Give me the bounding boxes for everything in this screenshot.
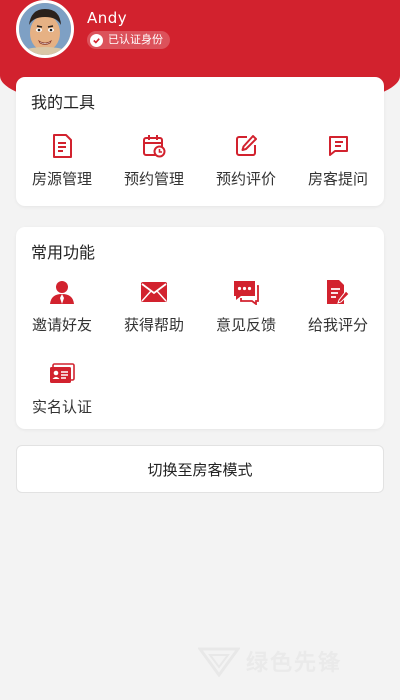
common-functions-card: 常用功能 邀请好友 获得帮助 意见反馈 给我评分 实名认证 xyxy=(16,227,384,429)
chat-bubble-icon xyxy=(233,279,259,305)
function-label: 获得帮助 xyxy=(123,316,184,334)
tool-label: 预约管理 xyxy=(123,170,184,188)
edit-review-icon xyxy=(233,133,259,159)
shield-check-icon xyxy=(90,33,103,47)
profile-header: Andy 已认证身份 xyxy=(16,0,170,58)
tool-label: 房源管理 xyxy=(31,170,92,188)
mail-icon xyxy=(141,279,167,305)
feedback-item[interactable]: 意见反馈 xyxy=(200,279,292,361)
my-tools-title: 我的工具 xyxy=(31,93,96,112)
watermark-logo-icon xyxy=(198,647,240,677)
avatar-image xyxy=(19,3,71,55)
function-label: 邀请好友 xyxy=(31,316,92,334)
function-label: 实名认证 xyxy=(31,398,92,416)
real-name-verification-item[interactable]: 实名认证 xyxy=(16,361,108,443)
tool-label: 预约评价 xyxy=(215,170,276,188)
calendar-clock-icon xyxy=(141,133,167,159)
verified-badge: 已认证身份 xyxy=(87,31,170,49)
avatar[interactable] xyxy=(16,0,74,58)
question-chat-icon xyxy=(325,133,351,159)
document-list-icon xyxy=(49,133,75,159)
my-tools-card: 我的工具 房源管理 预约管理 预约评价 房客提问 xyxy=(16,77,384,206)
rate-me-item[interactable]: 给我评分 xyxy=(292,279,384,361)
tool-label: 房客提问 xyxy=(307,170,368,188)
get-help-item[interactable]: 获得帮助 xyxy=(108,279,200,361)
tool-booking-review[interactable]: 预约评价 xyxy=(200,133,292,215)
switch-to-guest-mode-button[interactable]: 切换至房客模式 xyxy=(16,445,384,493)
common-functions-title: 常用功能 xyxy=(31,243,96,262)
rating-doc-icon xyxy=(325,279,351,305)
id-card-icon xyxy=(49,361,75,387)
watermark-text: 绿色先锋 xyxy=(246,651,343,676)
user-icon xyxy=(49,279,75,305)
function-label: 意见反馈 xyxy=(215,316,276,334)
verified-label: 已认证身份 xyxy=(108,33,163,46)
function-label: 给我评分 xyxy=(307,316,368,334)
tool-guest-questions[interactable]: 房客提问 xyxy=(292,133,384,215)
invite-friends-item[interactable]: 邀请好友 xyxy=(16,279,108,361)
tool-listing-management[interactable]: 房源管理 xyxy=(16,133,108,215)
watermark: 绿色先锋 xyxy=(198,645,342,677)
username: Andy xyxy=(87,9,128,27)
tool-booking-management[interactable]: 预约管理 xyxy=(108,133,200,215)
